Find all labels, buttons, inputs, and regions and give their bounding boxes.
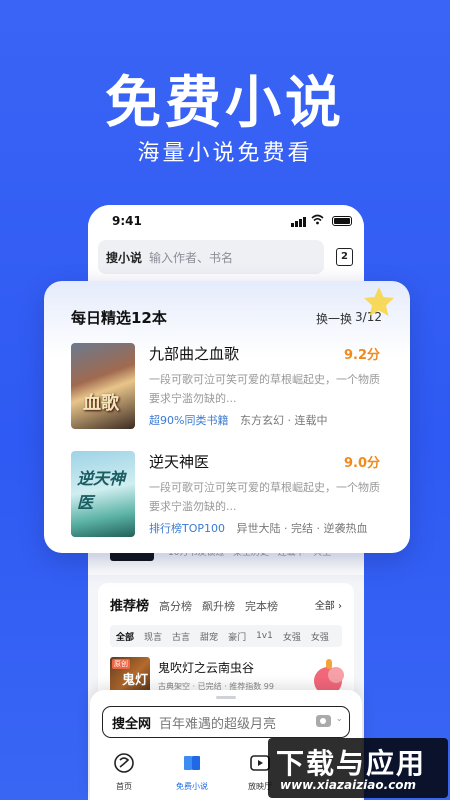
ranking-all-link[interactable]: 全部 › bbox=[315, 597, 342, 612]
home-icon bbox=[114, 753, 134, 773]
book-score: 9.0分 bbox=[343, 456, 380, 471]
genre-chip[interactable]: 古言 bbox=[172, 630, 190, 643]
watermark-title: 下载与应用 bbox=[276, 747, 427, 780]
tab-count-icon[interactable]: 2 bbox=[336, 248, 353, 266]
ranking-book-title: 鬼吹灯之云南虫谷 bbox=[158, 661, 255, 675]
book-highlight-tag: 排行榜TOP100 bbox=[149, 522, 226, 535]
tab-rising[interactable]: 飙升榜 bbox=[202, 598, 235, 614]
book-item[interactable]: 逆天神医 逆天神医 9.0分 一段可歌可泣可笑可爱的草根崛起史，一个物质要求宁滥… bbox=[71, 451, 391, 541]
genre-filter: 全部 现言 古言 甜宠 豪门 1v1 女强 女强 bbox=[110, 625, 342, 647]
genre-chip[interactable]: 女强 bbox=[283, 630, 301, 643]
ranking-tabs: 推荐榜 高分榜 飙升榜 完本榜 bbox=[110, 595, 342, 614]
status-bar: 9:41 bbox=[88, 205, 364, 237]
web-search-placeholder: 百年难遇的超级月亮 bbox=[159, 716, 277, 732]
tab-completed[interactable]: 完本榜 bbox=[245, 598, 278, 614]
web-search-input[interactable]: 搜全网 百年难遇的超级月亮 ⌄ bbox=[102, 706, 350, 738]
book-description: 一段可歌可泣可笑可爱的草根崛起史，一个物质要求宁滥勿缺的... bbox=[149, 373, 380, 405]
genre-chip[interactable]: 女强 bbox=[311, 630, 329, 643]
battery-icon bbox=[332, 216, 352, 226]
book-icon bbox=[184, 756, 200, 770]
book-title: 逆天神医 bbox=[149, 453, 210, 471]
novel-search-input[interactable]: 搜小说 输入作者、书名 bbox=[98, 240, 324, 274]
genre-chip[interactable]: 1v1 bbox=[256, 631, 273, 641]
watermark-url: www.xiazaiziao.com bbox=[280, 778, 417, 792]
signal-icon bbox=[291, 217, 306, 227]
daily-picks-title: 每日精选12本 bbox=[71, 309, 167, 327]
book-genre-tag: 异世大陆 · 完结 · 逆袭热血 bbox=[236, 522, 368, 535]
cover-tag: 原创 bbox=[112, 659, 130, 669]
nav-free-novels[interactable]: 免费小说 bbox=[158, 746, 226, 796]
cover-title: 血歌 bbox=[83, 393, 119, 414]
genre-chip[interactable]: 豪门 bbox=[228, 630, 246, 643]
genre-chip[interactable]: 甜宠 bbox=[200, 630, 218, 643]
chevron-down-icon[interactable]: ⌄ bbox=[335, 714, 343, 724]
book-highlight-tag: 超90%同类书籍 bbox=[149, 414, 229, 427]
book-tags: 排行榜TOP100 异世大陆 · 完结 · 逆袭热血 bbox=[149, 520, 368, 536]
daily-picks-card: 每日精选12本 换一换 3/12 血歌 九部曲之血歌 9.2分 一段可歌可泣可笑… bbox=[44, 281, 410, 553]
nav-free-novels-label: 免费小说 bbox=[176, 782, 208, 791]
book-cover: 逆天神医 bbox=[71, 451, 135, 537]
nav-home-label: 首页 bbox=[116, 782, 132, 791]
book-title: 九部曲之血歌 bbox=[149, 345, 240, 363]
novel-search-placeholder: 输入作者、书名 bbox=[149, 250, 234, 265]
hero-subtitle: 海量小说免费看 bbox=[137, 141, 313, 166]
book-item[interactable]: 血歌 九部曲之血歌 9.2分 一段可歌可泣可笑可爱的草根崛起史，一个物质要求宁滥… bbox=[71, 343, 391, 433]
camera-icon[interactable] bbox=[316, 715, 331, 727]
star-icon bbox=[364, 287, 394, 316]
book-description: 一段可歌可泣可笑可爱的草根崛起史，一个物质要求宁滥勿缺的... bbox=[149, 481, 380, 513]
status-time: 9:41 bbox=[112, 214, 142, 228]
cover-title: 逆天神医 bbox=[77, 469, 126, 512]
wifi-icon bbox=[311, 214, 324, 225]
swap-button[interactable]: 换一换 bbox=[316, 310, 352, 327]
tab-recommend[interactable]: 推荐榜 bbox=[110, 595, 149, 614]
drag-handle[interactable] bbox=[216, 696, 236, 699]
book-tags: 超90%同类书籍 东方玄幻 · 连载中 bbox=[149, 412, 327, 428]
book-genre-tag: 东方玄幻 · 连载中 bbox=[239, 414, 328, 427]
cover-title: 鬼灯 bbox=[122, 673, 149, 688]
nav-home[interactable]: 首页 bbox=[90, 746, 158, 796]
tab-high-score[interactable]: 高分榜 bbox=[159, 598, 192, 614]
web-search-label: 搜全网 bbox=[112, 716, 152, 732]
genre-chip[interactable]: 全部 bbox=[116, 630, 134, 643]
phone-header: 搜小说 输入作者、书名 2 bbox=[88, 237, 364, 281]
novel-search-label: 搜小说 bbox=[106, 250, 143, 265]
watermark-logo: 下载与应用 www.xiazaiziao.com bbox=[268, 738, 448, 798]
book-cover: 血歌 bbox=[71, 343, 135, 429]
genre-chip[interactable]: 现言 bbox=[144, 630, 162, 643]
hero-title: 免费小说 bbox=[105, 71, 345, 136]
book-score: 9.2分 bbox=[343, 348, 380, 363]
